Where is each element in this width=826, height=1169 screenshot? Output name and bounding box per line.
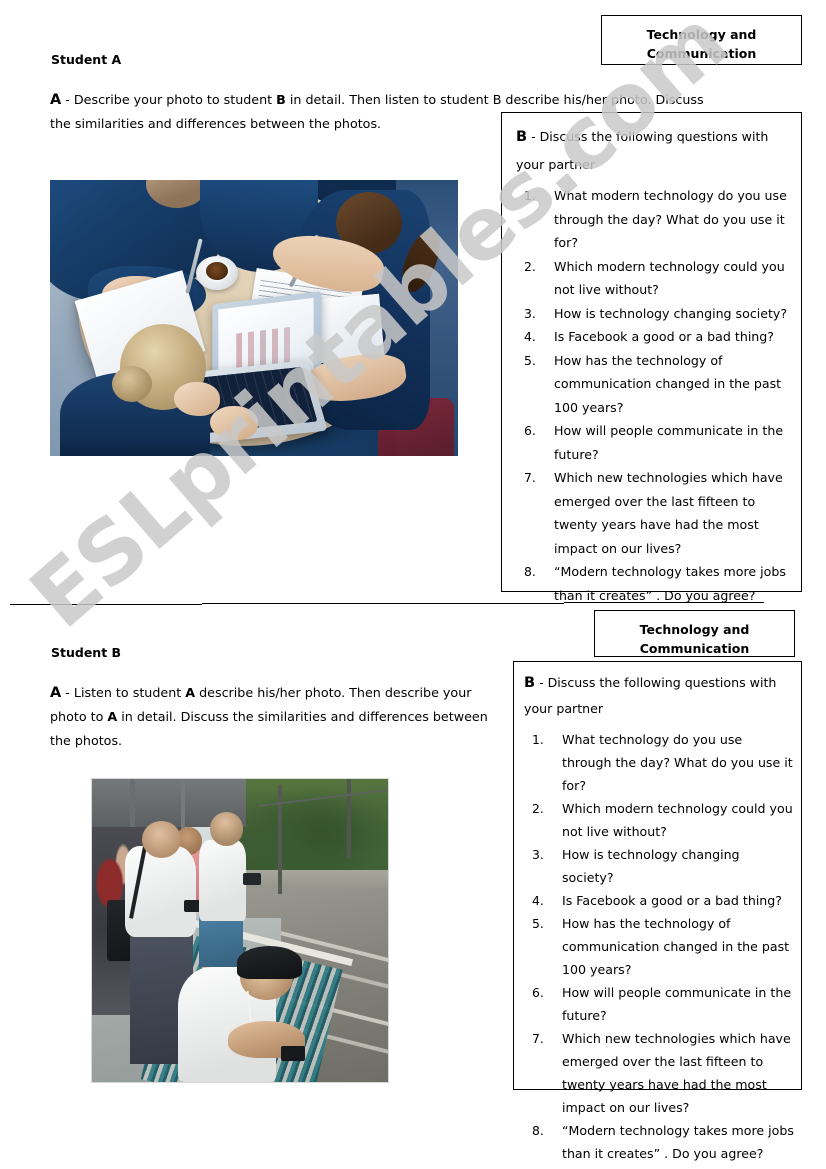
list-item: How has the technology of communication … (532, 912, 790, 977)
list-item: Is Facebook a good or a bad thing? (524, 325, 774, 348)
photo2-man2-shorts (198, 915, 243, 967)
photo1-typing-hand-left (174, 382, 220, 416)
instruction-b: A - Listen to student A describe his/her… (50, 681, 505, 753)
photo1-hair-bun (112, 366, 152, 402)
list-item: Which modern technology could you not li… (532, 797, 793, 839)
title-box-bottom: Technology and Communication (594, 610, 795, 657)
instruction-b-part1: - Listen to student (61, 685, 186, 700)
questions-box-a-intro: B - Discuss the following questions with… (502, 113, 801, 178)
photo1-typing-hand-right (210, 406, 258, 440)
instruction-b-bold-a2: A (107, 709, 118, 724)
list-item: What modern technology do you use throug… (524, 184, 787, 250)
list-item: “Modern technology takes more jobs than … (532, 1119, 794, 1161)
list-item: How has the technology of communication … (524, 349, 782, 415)
instruction-b-lead: A (50, 685, 62, 701)
divider-rule-left (10, 604, 202, 606)
instruction-a-lead: A (50, 92, 62, 108)
list-item: How is technology changing society? (532, 843, 740, 885)
questions-box-b: B - Discuss the following questions with… (513, 661, 802, 1161)
instruction-b-bold-a1: A (185, 685, 196, 700)
questions-box-a-intro-text: - Discuss the following questions with y… (516, 129, 769, 172)
questions-list-a: What modern technology do you use throug… (502, 184, 801, 607)
photo2-baseball-cap (237, 945, 303, 979)
list-item: Which new technologies which have emerge… (524, 466, 783, 556)
photo2-phone-2 (242, 872, 261, 886)
photo2-phone-3 (281, 1045, 306, 1061)
list-item: How is technology changing society? (524, 302, 788, 325)
questions-box-b-intro-text: - Discuss the following questions with y… (524, 675, 777, 716)
title-line-2: Communication (639, 641, 750, 656)
list-item: How will people communicate in the futur… (524, 419, 784, 462)
questions-box-b-intro: B - Discuss the following questions with… (514, 662, 801, 722)
list-item: What technology do you use through the d… (532, 728, 793, 793)
instruction-a-bold-b: B (276, 92, 286, 107)
worksheet-page: Technology and Communication Student A A… (0, 0, 826, 1169)
photo2-trees (228, 779, 388, 883)
title-line-1: Technology and (646, 27, 757, 42)
student-a-label: Student A (51, 52, 122, 67)
list-item: “Modern technology takes more jobs than … (524, 560, 786, 603)
questions-list-b: What technology do you use through the d… (514, 728, 801, 1165)
title-line-1: Technology and (639, 622, 750, 637)
questions-box-b-lead: B (524, 675, 536, 691)
photo1-coffee-cup (204, 260, 230, 282)
student-b-label: Student B (51, 645, 122, 660)
photo2-man2-shirt (198, 839, 246, 922)
photo-students-laptop-stage (50, 180, 458, 456)
questions-box-a: B - Discuss the following questions with… (501, 112, 802, 603)
list-item: Is Facebook a good or a bad thing? (532, 889, 782, 912)
photo2-man2-head (210, 812, 243, 846)
photo2-man1-head (142, 821, 181, 858)
photo2-catenary-pole-2 (346, 779, 351, 858)
photo-train-platform (91, 778, 389, 1083)
list-item: Which modern technology could you not li… (524, 255, 785, 298)
title-line-2: Communication (646, 46, 757, 61)
list-item: Which new technologies which have emerge… (532, 1027, 791, 1115)
title-box-top: Technology and Communication (601, 15, 802, 65)
instruction-a-part1: - Describe your photo to student (61, 92, 277, 107)
list-item: How will people communicate in the futur… (532, 981, 792, 1023)
photo-train-platform-stage (92, 779, 388, 1082)
questions-box-a-lead: B (516, 129, 528, 145)
photo-students-laptop (50, 180, 458, 456)
